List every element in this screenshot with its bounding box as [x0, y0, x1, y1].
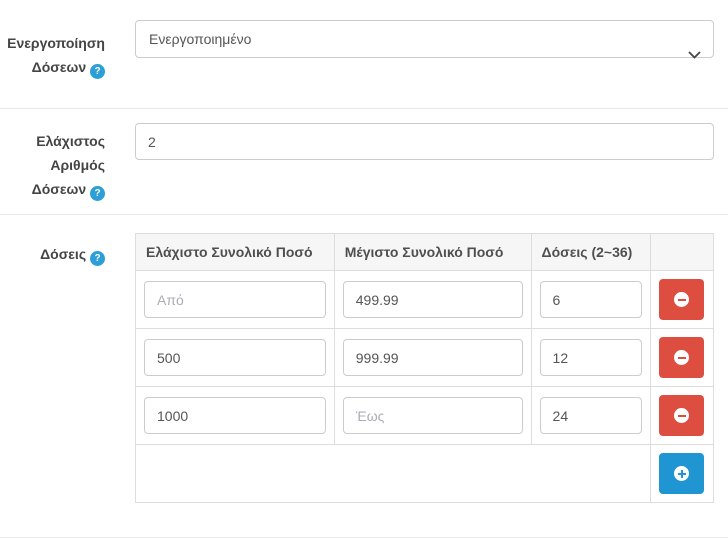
- installments-table-header-row: Ελάχιστο Συνολικό Ποσό Μέγιστο Συνολικό …: [136, 234, 714, 271]
- help-question-circle-icon[interactable]: ?: [90, 251, 105, 266]
- add-row-button[interactable]: [659, 453, 704, 494]
- row2-max-total-input[interactable]: [343, 339, 523, 376]
- form-group-min-installments: Ελάχιστος Αριθμός Δόσεων ?: [0, 109, 728, 215]
- row2-installments-input[interactable]: [540, 339, 642, 376]
- header-actions: [650, 234, 713, 271]
- row3-installments-input[interactable]: [540, 397, 642, 434]
- minus-circle-icon: [674, 350, 689, 365]
- installment-row: [136, 271, 714, 329]
- enable-installments-label: Ενεργοποίηση Δόσεων ?: [0, 31, 105, 79]
- footer-empty-cell: [136, 445, 651, 503]
- header-max-total: Μέγιστο Συνολικό Ποσό: [334, 234, 531, 271]
- installment-row: [136, 329, 714, 387]
- row3-remove-button[interactable]: [659, 395, 704, 436]
- plus-circle-icon: [674, 466, 689, 481]
- enable-installments-select[interactable]: Ενεργοποιημένο: [135, 20, 714, 58]
- installments-table: Ελάχιστο Συνολικό Ποσό Μέγιστο Συνολικό …: [135, 233, 714, 503]
- installments-table-footer-row: [136, 445, 714, 503]
- installments-table-label-text: Δόσεις: [40, 246, 86, 262]
- row2-remove-button[interactable]: [659, 337, 704, 378]
- installments-settings-form: Ενεργοποίηση Δόσεων ? Ενεργοποιημένο Ελά…: [0, 0, 728, 538]
- installment-row: [136, 387, 714, 445]
- form-group-installments-table: Δόσεις ? Ελάχιστο Συνολικό Ποσό Μέγιστο …: [0, 215, 728, 538]
- help-question-circle-icon[interactable]: ?: [90, 186, 105, 201]
- min-installments-label: Ελάχιστος Αριθμός Δόσεων ?: [0, 129, 105, 201]
- row2-min-total-input[interactable]: [144, 339, 326, 376]
- row1-min-total-input[interactable]: [144, 281, 326, 318]
- enable-installments-selected-option: Ενεργοποιημένο: [149, 31, 251, 47]
- row3-max-total-input[interactable]: [343, 397, 523, 434]
- help-question-circle-icon[interactable]: ?: [90, 64, 105, 79]
- row3-min-total-input[interactable]: [144, 397, 326, 434]
- header-installments: Δόσεις (2~36): [531, 234, 650, 271]
- header-min-total: Ελάχιστο Συνολικό Ποσό: [136, 234, 335, 271]
- installments-table-label: Δόσεις ?: [40, 242, 105, 266]
- row1-installments-input[interactable]: [540, 281, 642, 318]
- row1-remove-button[interactable]: [659, 279, 704, 320]
- minus-circle-icon: [674, 292, 689, 307]
- row1-max-total-input[interactable]: [343, 281, 523, 318]
- minus-circle-icon: [674, 408, 689, 423]
- min-installments-input[interactable]: [135, 123, 714, 160]
- form-group-enable-installments: Ενεργοποίηση Δόσεων ? Ενεργοποιημένο: [0, 0, 728, 109]
- chevron-down-icon: [688, 36, 701, 72]
